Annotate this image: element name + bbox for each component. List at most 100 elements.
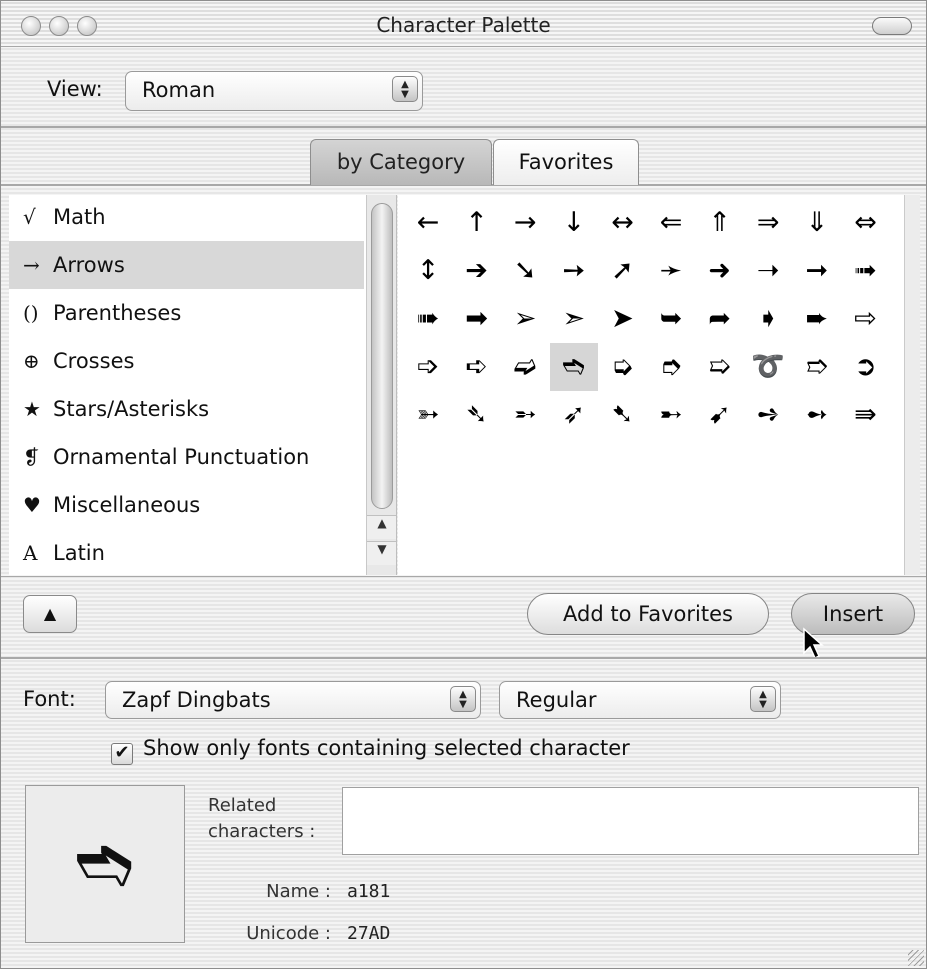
character-cell[interactable]: ➝ [744,247,792,295]
category-label: Parentheses [53,301,182,325]
font-style-value: Regular [516,688,597,712]
character-cell[interactable]: ➦ [696,295,744,343]
character-cell[interactable]: ➶ [550,391,598,439]
character-cell[interactable]: ➚ [598,247,646,295]
character-cell[interactable]: ➳ [404,391,452,439]
category-item[interactable]: → Arrows [9,241,364,289]
category-icon: → [23,253,40,277]
category-icon: √ [23,205,36,229]
character-cell[interactable]: ➷ [598,391,646,439]
character-grid[interactable]: ← ↑ → ↓ ↔ ⇐ ⇑ ⇒ ⇓ ⇔ ↕ ➔ ➘ ➙ ➚ ➛ ➜ ➝ ➞ ➟ ➠ ➡ ➢ ➣ ➤ ➥ ➦ ➧ ➨ ⇨ ➩ ➪ ➫ ➬ ➭ ➮ ➯ ➰ ➱ ➲… [398,195,904,575]
character-cell[interactable]: ➞ [793,247,841,295]
view-label: View: [47,77,103,101]
divider [1,126,926,128]
category-icon: A [23,541,38,565]
related-label-line2: characters : [208,821,316,842]
toolbar-toggle-button[interactable] [872,17,912,35]
popup-arrows-icon: ▲ ▼ [750,686,776,712]
character-cell[interactable]: ➻ [793,391,841,439]
character-cell[interactable]: ↕ [404,247,452,295]
related-characters-label: Related characters : [208,793,338,845]
category-item[interactable]: A Latin [9,529,364,575]
category-scrollbar[interactable]: ▲ ▼ [366,195,396,575]
character-cell[interactable]: ➵ [501,391,549,439]
character-cell[interactable]: ➢ [501,295,549,343]
name-value: a181 [347,881,391,902]
character-cell[interactable]: ↔ [598,199,646,247]
character-cell[interactable]: ➩ [404,343,452,391]
character-cell[interactable]: ➲ [841,343,889,391]
name-label: Name : [266,881,331,902]
character-cell[interactable]: → [501,199,549,247]
mouse-pointer-icon [803,627,824,660]
character-cell[interactable]: ➤ [598,295,646,343]
font-family-popup[interactable]: Zapf Dingbats ▲ ▼ [105,681,481,719]
character-cell[interactable]: ➜ [696,247,744,295]
category-label: Latin [53,541,105,565]
tab-favorites[interactable]: Favorites [493,139,639,185]
character-cell[interactable]: ↑ [453,199,501,247]
category-label: Miscellaneous [53,493,201,517]
related-characters-box[interactable] [342,787,919,855]
character-cell[interactable]: ➰ [744,343,792,391]
category-icon: ⊕ [23,349,40,373]
character-cell[interactable]: ↓ [550,199,598,247]
show-only-fonts-row[interactable]: ✔ Show only fonts containing selected cha… [111,736,630,765]
character-cell[interactable]: ⇛ [841,391,889,439]
character-cell[interactable]: ⇑ [696,199,744,247]
character-cell[interactable]: ➭ [598,343,646,391]
character-cell[interactable]: ➟ [841,247,889,295]
character-cell[interactable]: ➡ [453,295,501,343]
character-cell[interactable]: ➱ [793,343,841,391]
character-cell[interactable]: ⇔ [841,199,889,247]
grid-scrollbar[interactable] [904,195,920,575]
character-cell[interactable]: ➥ [647,295,695,343]
character-cell[interactable]: ➬ [549,343,598,391]
character-cell[interactable]: ➺ [744,391,792,439]
category-icon: ❡ [23,445,40,469]
character-cell[interactable]: ➮ [647,343,695,391]
category-item[interactable]: √ Math [9,195,364,241]
character-cell[interactable]: ➨ [793,295,841,343]
character-cell[interactable]: ➛ [647,247,695,295]
scroll-down-arrow-icon[interactable]: ▼ [367,541,396,565]
category-item[interactable]: () Parentheses [9,289,364,337]
character-cell[interactable]: ➙ [550,247,598,295]
category-label: Math [53,205,106,229]
category-item[interactable]: ★ Stars/Asterisks [9,385,364,433]
character-cell[interactable]: ➘ [501,247,549,295]
category-list[interactable]: A Latin ♥ Miscellaneous ❡ Ornamental Punctuat… [9,195,397,575]
font-style-popup[interactable]: Regular ▲ ▼ [499,681,781,719]
character-cell[interactable]: ⇓ [793,199,841,247]
category-label: Crosses [53,349,135,373]
character-cell[interactable]: ➯ [696,343,744,391]
character-cell[interactable]: ➠ [404,295,452,343]
show-only-fonts-checkbox[interactable]: ✔ [111,743,133,765]
category-label: Ornamental Punctuation [53,445,310,469]
character-cell[interactable]: ⇨ [841,295,889,343]
category-item[interactable]: ⊕ Crosses [9,337,364,385]
character-cell[interactable]: ➔ [453,247,501,295]
title-bar[interactable]: Character Palette [1,1,926,47]
character-cell[interactable]: ➪ [453,343,501,391]
character-cell[interactable]: ➣ [550,295,598,343]
expand-button[interactable]: ▲ [23,595,77,633]
character-cell[interactable]: ➹ [696,391,744,439]
resize-grip-icon[interactable] [908,950,924,966]
character-cell[interactable]: ➸ [647,391,695,439]
category-label: Arrows [53,253,125,277]
tab-by-category[interactable]: by Category [310,139,492,185]
category-item[interactable]: ❡ Ornamental Punctuation [9,433,364,481]
scroll-up-arrow-icon[interactable]: ▲ [367,515,396,539]
add-to-favorites-button[interactable]: Add to Favorites [527,593,769,635]
character-cell[interactable]: ← [404,199,452,247]
category-item[interactable]: ♥ Miscellaneous [9,481,364,529]
character-cell[interactable]: ➧ [744,295,792,343]
character-cell[interactable]: ⇐ [647,199,695,247]
character-cell[interactable]: ⇒ [744,199,792,247]
view-popup[interactable]: Roman ▲ ▼ [125,71,423,111]
scrollbar-thumb[interactable] [371,203,393,509]
character-cell[interactable]: ➫ [501,343,549,391]
category-icon: ♥ [23,493,41,517]
character-cell[interactable]: ➴ [453,391,501,439]
